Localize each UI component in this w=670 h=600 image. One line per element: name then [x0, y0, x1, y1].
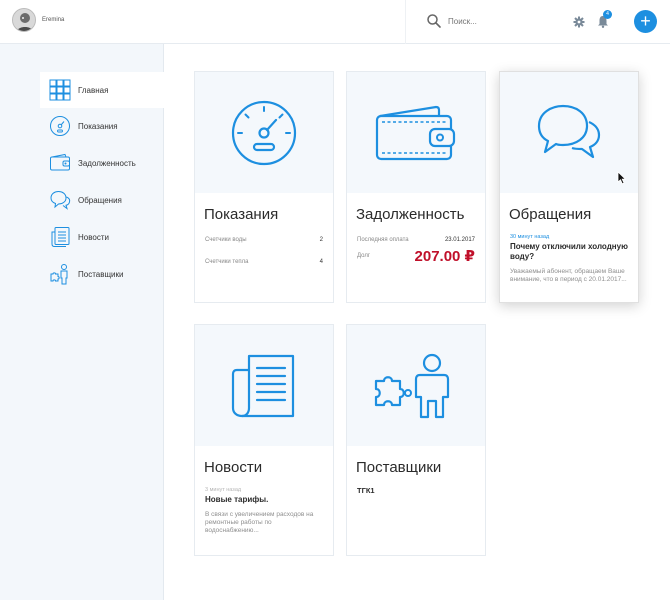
- sidebar-item-debt[interactable]: Задолженность: [40, 145, 164, 181]
- request-timestamp: 30 минут назад: [510, 234, 550, 240]
- search-input[interactable]: [448, 13, 538, 29]
- username: Eremina: [42, 17, 65, 23]
- supplier-item[interactable]: ТГК1: [357, 486, 485, 495]
- puzzle-person-icon: [374, 353, 450, 418]
- sidebar-item-news[interactable]: Новости: [40, 219, 164, 255]
- last-payment-date: 23.01.2017: [444, 237, 475, 243]
- grid-icon: [49, 79, 71, 101]
- debt-row: Долг 207.00 ₽: [357, 247, 475, 265]
- readings-row: Счетчики воды 2: [205, 237, 323, 243]
- debt-card[interactable]: Задолженность Последняя оплата 23.01.201…: [346, 71, 486, 303]
- wallet-icon: [375, 105, 456, 160]
- readings-row: Счетчики тепла 4: [205, 259, 323, 265]
- request-snippet: Уважаемый абонент, обращаем Ваше внимани…: [510, 268, 627, 283]
- card-title: Показания: [204, 206, 279, 223]
- chat-bubbles-icon: [537, 104, 601, 158]
- suppliers-card[interactable]: Поставщики ТГК1: [346, 324, 486, 556]
- avatar[interactable]: [12, 8, 36, 32]
- search-area: 4 +: [405, 0, 670, 44]
- card-title: Новости: [204, 459, 263, 476]
- mouse-cursor-icon: [617, 171, 627, 185]
- sidebar-item-requests[interactable]: Обращения: [40, 182, 164, 218]
- card-title: Обращения: [509, 206, 592, 223]
- gear-icon[interactable]: [573, 16, 585, 28]
- sidebar-item-label: Задолженность: [78, 158, 136, 168]
- row-label: Последняя оплата: [357, 237, 409, 243]
- card-title: Задолженность: [356, 206, 465, 223]
- newspaper-icon: [231, 354, 295, 417]
- card-hero: [195, 72, 333, 193]
- sidebar: Главная Показания Задолженность Обращени…: [0, 44, 164, 600]
- puzzle-person-icon: [50, 264, 68, 285]
- top-bar: Eremina 4 +: [0, 0, 670, 44]
- sidebar-item-label: Показания: [78, 121, 118, 131]
- gauge-icon: [231, 100, 297, 165]
- sidebar-item-home[interactable]: Главная: [40, 72, 164, 108]
- requests-card[interactable]: Обращения 30 минут назад Почему отключил…: [499, 71, 639, 303]
- sidebar-item-suppliers[interactable]: Поставщики: [40, 256, 164, 292]
- row-value: 4: [319, 259, 323, 265]
- search-icon[interactable]: [426, 13, 442, 29]
- row-label: Счетчики тепла: [205, 259, 249, 265]
- chat-bubbles-icon: [50, 190, 71, 210]
- add-button[interactable]: +: [634, 10, 657, 33]
- news-timestamp: 3 минут назад: [205, 487, 242, 493]
- sidebar-item-readings[interactable]: Показания: [40, 108, 164, 144]
- card-hero: [347, 325, 485, 446]
- debt-amount: 207.00 ₽: [414, 248, 475, 265]
- readings-card[interactable]: Показания Счетчики воды 2 Счетчики тепла…: [194, 71, 334, 303]
- news-card[interactable]: Новости 3 минут назад Новые тарифы. В св…: [194, 324, 334, 556]
- last-payment-row: Последняя оплата 23.01.2017: [357, 237, 475, 243]
- news-snippet: В связи с увеличением расходов на ремонт…: [205, 511, 314, 534]
- card-hero: [347, 72, 485, 193]
- row-label: Долг: [357, 253, 371, 259]
- sidebar-item-label: Обращения: [78, 195, 122, 205]
- sidebar-item-label: Главная: [78, 85, 109, 95]
- card-hero: [195, 325, 333, 446]
- sidebar-item-label: Новости: [78, 232, 109, 242]
- card-title: Поставщики: [356, 459, 442, 476]
- sidebar-item-label: Поставщики: [78, 269, 124, 279]
- request-headline[interactable]: Почему отключили холодную воду?: [510, 242, 628, 262]
- news-headline[interactable]: Новые тарифы.: [205, 495, 323, 505]
- gauge-icon: [50, 116, 70, 136]
- user-profile[interactable]: Eremina: [12, 8, 64, 32]
- row-label: Счетчики воды: [205, 237, 247, 243]
- newspaper-icon: [51, 227, 70, 247]
- wallet-icon: [50, 153, 70, 171]
- row-value: 2: [319, 237, 323, 243]
- notification-badge: 4: [603, 10, 612, 19]
